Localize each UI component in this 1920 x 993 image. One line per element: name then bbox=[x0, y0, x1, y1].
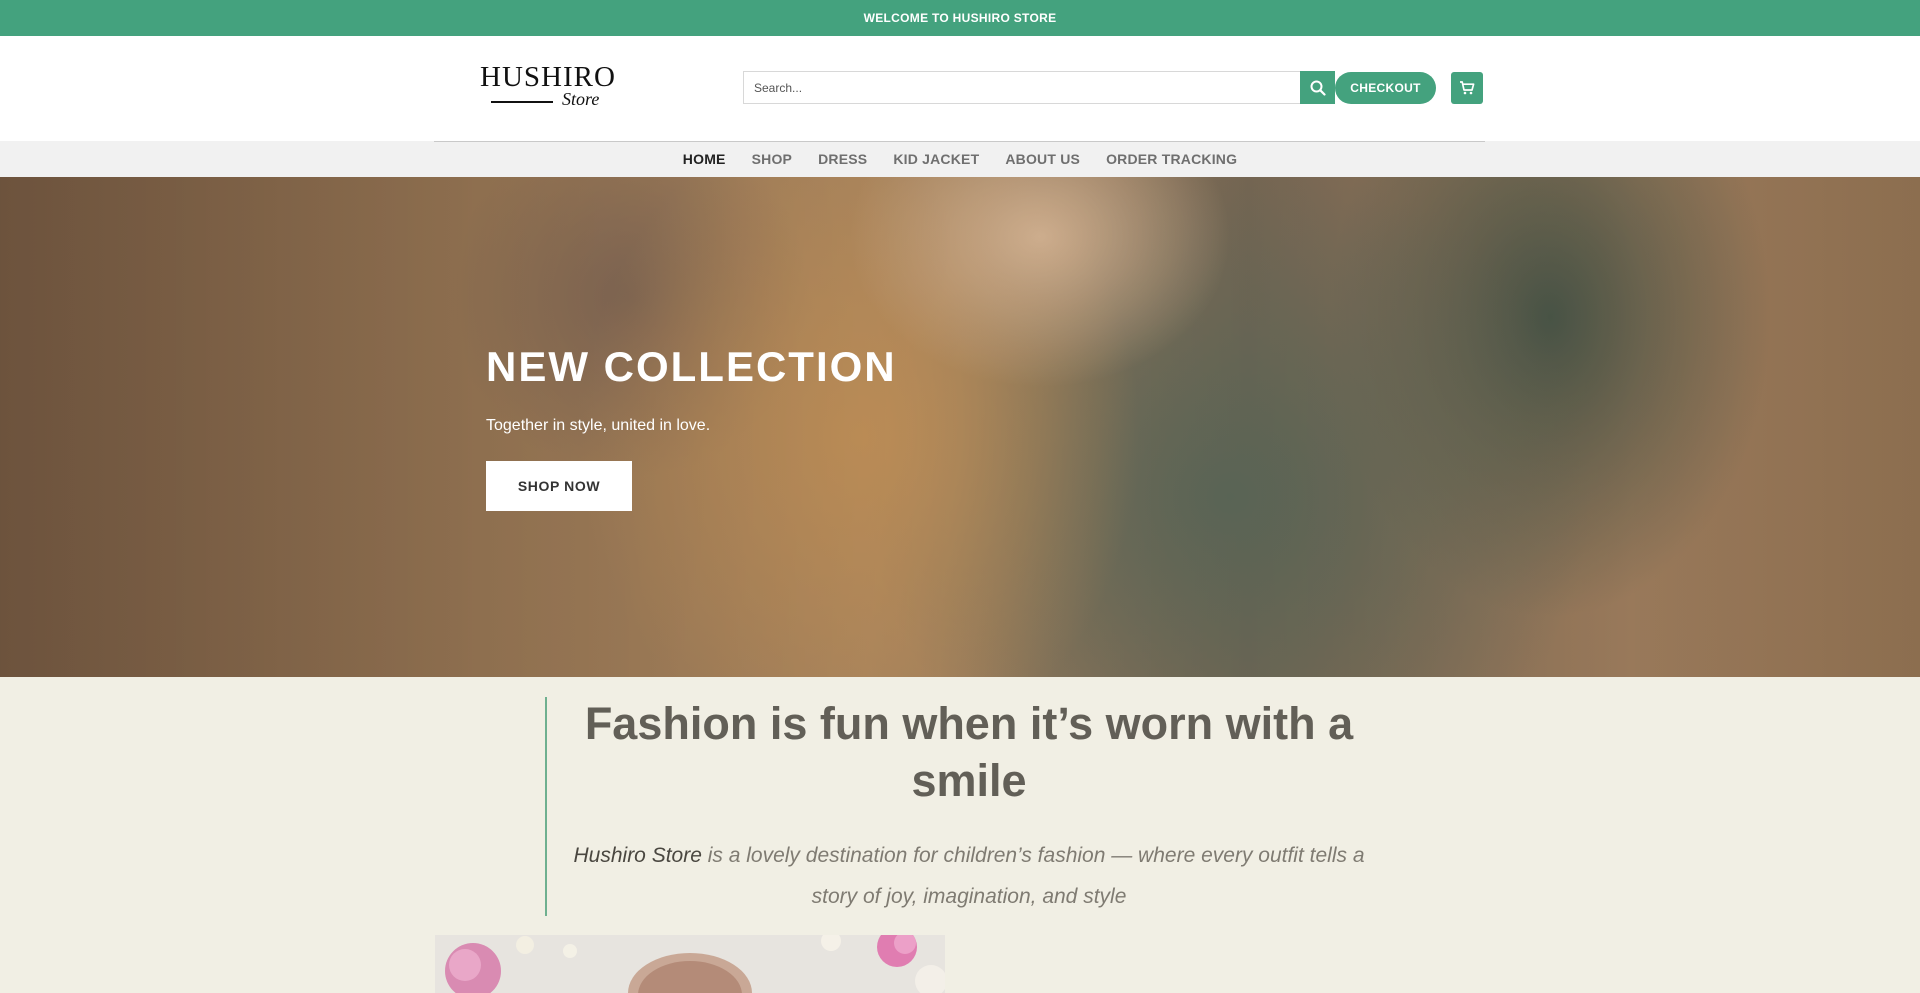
nav-item-shop[interactable]: SHOP bbox=[752, 151, 792, 167]
logo-sub: Store bbox=[562, 89, 600, 109]
baby-photo-art bbox=[435, 935, 945, 993]
hero-title: NEW COLLECTION bbox=[486, 343, 897, 390]
search-icon bbox=[1310, 80, 1326, 96]
welcome-bar: WELCOME TO HUSHIRO STORE bbox=[0, 0, 1920, 36]
nav-menu: HOME SHOP DRESS KID JACKET ABOUT US ORDE… bbox=[0, 141, 1920, 177]
search-form bbox=[743, 71, 1335, 104]
baby-photo bbox=[435, 935, 945, 993]
cart-icon bbox=[1460, 81, 1475, 95]
nav-item-dress[interactable]: DRESS bbox=[818, 151, 867, 167]
hero-subtitle: Together in style, united in love. bbox=[486, 417, 711, 434]
main-navigation: HOME SHOP DRESS KID JACKET ABOUT US ORDE… bbox=[0, 141, 1920, 177]
search-input[interactable] bbox=[743, 71, 1301, 104]
search-button[interactable] bbox=[1300, 71, 1335, 104]
nav-item-order-tracking[interactable]: ORDER TRACKING bbox=[1106, 151, 1237, 167]
intro-description: is a lovely destination for children’s f… bbox=[701, 844, 1365, 908]
intro-store-name: Hushiro Store bbox=[573, 844, 702, 867]
intro-heading: Fashion is fun when it’s worn with a smi… bbox=[584, 698, 1354, 806]
store-logo[interactable]: HUSHIRO Store bbox=[478, 62, 626, 110]
logo-underline bbox=[491, 101, 553, 103]
hero-image bbox=[0, 177, 1920, 677]
nav-item-home[interactable]: HOME bbox=[683, 151, 726, 167]
site-header: HUSHIRO Store CHECKOUT bbox=[0, 36, 1920, 141]
intro-text: Hushiro Store is a lovely destination fo… bbox=[560, 835, 1378, 917]
nav-item-kid-jacket[interactable]: KID JACKET bbox=[893, 151, 979, 167]
logo-brand: HUSHIRO bbox=[480, 61, 616, 93]
hero-banner: NEW COLLECTION Together in style, united… bbox=[0, 177, 1920, 677]
cart-button[interactable] bbox=[1451, 72, 1483, 104]
checkout-button[interactable]: CHECKOUT bbox=[1335, 72, 1436, 104]
nav-item-about-us[interactable]: ABOUT US bbox=[1005, 151, 1080, 167]
quote-accent-bar bbox=[545, 697, 547, 916]
welcome-text: WELCOME TO HUSHIRO STORE bbox=[863, 11, 1057, 25]
intro-section: Fashion is fun when it’s worn with a smi… bbox=[0, 677, 1920, 993]
shop-now-button[interactable]: SHOP NOW bbox=[486, 461, 632, 511]
